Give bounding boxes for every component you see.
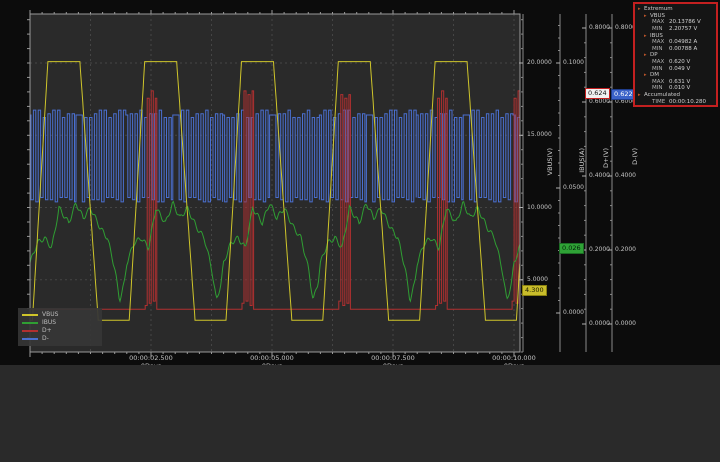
stat-key: MAX [652,19,665,26]
axis-tick-label: 0.0000 [563,309,584,316]
axis-title: D-(V) [631,148,639,165]
tree-group-row[interactable]: ▸ DM [637,72,715,79]
control-strip: Recording conditions Sampling Rate: 10ks… [0,365,720,462]
stat-value: 2.20757 V [669,26,698,33]
axis-tick-label: 0.4000 [589,172,610,179]
tree-value-row: MAX 0.04982 A [637,39,715,46]
axis-tick-label: 0.8000 [589,24,610,31]
extremum-info-panel: ▸ Extremum ▸ VBUS MAX 20.13786 V MIN 2.20757 V ▸… [633,2,718,107]
legend-label: IBUS [42,319,57,326]
tree-group-row[interactable]: ▸ IBUS [637,32,715,39]
axis-tick-label: 0.1000 [563,59,584,66]
legend-color-line [22,330,38,332]
chart-legend: VBUS IBUS D+ D- [18,308,102,346]
stat-key: MIN [652,26,663,33]
stat-value: 20.13786 V [669,19,701,26]
axis-tick-label: 0.2000 [589,246,610,253]
axis-title: VBUS(V) [546,148,554,176]
tree-group-name: Accumulated [644,92,680,99]
axis-value-badge: 0.622 [611,88,636,100]
tree-group-row[interactable]: ▸ VBUS [637,13,715,20]
stat-key: MIN [652,45,663,52]
stat-key: MAX [652,39,665,46]
stat-value: 0.049 V [669,65,691,72]
tree-group-name: IBUS [650,32,663,39]
tree-group-name: DP [650,52,658,59]
axis-title: D+(V) [602,148,610,168]
legend-label: VBUS [42,311,59,318]
axis-tick-label: 15.0000 [527,131,552,139]
usb-power-analyzer-window: 20.0000 15.0000 10.0000 5.0000 VBUS(V) 4.300 0… [0,0,720,462]
legend-item: D- [22,335,98,343]
axis-value-badge: 0.624 [585,88,610,100]
axis-tick-label: 0.2000 [615,246,636,253]
stat-key: MAX [652,59,665,66]
axis-tick-label: 10.0000 [527,203,552,211]
tree-value-row: MIN 2.20757 V [637,26,715,33]
tree-value-row: MAX 0.620 V [637,59,715,66]
tree-value-row: MAX 20.13786 V [637,19,715,26]
axis-tick-label: 0.0000 [589,320,610,327]
legend-label: D+ [42,327,52,334]
legend-item: D+ [22,327,98,335]
tree-value-row: MAX 0.631 V [637,79,715,86]
stat-value: 0.631 V [669,78,691,85]
axis-tick-label: 5.0000 [527,275,548,283]
axis-value-badge: 0.026 [559,243,584,254]
legend-item: IBUS [22,319,98,327]
stat-value: 0.620 V [669,59,691,66]
tree-value-row: MIN 0.00788 A [637,46,715,53]
axis-tick-label: 20.0000 [527,59,552,66]
stat-key: MAX [652,78,665,85]
stat-key: MIN [652,65,663,72]
axis-value-badge: 4.300 [522,284,547,296]
tree-group-name: Extremum [644,6,673,13]
waveform-plot[interactable] [0,0,720,365]
tree-group-row[interactable]: ▸ DP [637,52,715,59]
axis-tick-label: 0.4000 [615,172,636,179]
tree-value-row: MIN 0.049 V [637,65,715,72]
stat-value: 00:00:10.280 [669,98,706,105]
axis-tick-label: 0.0000 [615,320,636,327]
legend-color-line [22,322,38,324]
waveform-chart-area: 20.0000 15.0000 10.0000 5.0000 VBUS(V) 4.300 0… [0,0,720,369]
tree-group-name: VBUS [650,12,666,19]
axis-title: IBUS(A) [578,148,586,173]
tree-group-row[interactable]: ▸ Accumulated [637,92,715,99]
axis-tick-label: 0.0500 [563,184,584,191]
stat-value: 0.010 V [669,85,691,92]
legend-label: D- [42,335,49,342]
tree-value-row: MIN 0.010 V [637,85,715,92]
legend-color-line [22,314,38,316]
legend-color-line [22,338,38,340]
tree-value-row: TIME 00:00:10.280 [637,98,715,105]
stat-value: 0.04982 A [669,39,698,46]
tree-group-row[interactable]: ▸ Extremum [637,6,715,13]
tree-group-name: DM [650,72,659,79]
legend-item: VBUS [22,311,98,319]
stat-key: TIME [652,98,666,105]
stat-value: 0.00788 A [669,45,698,52]
stat-key: MIN [652,85,663,92]
